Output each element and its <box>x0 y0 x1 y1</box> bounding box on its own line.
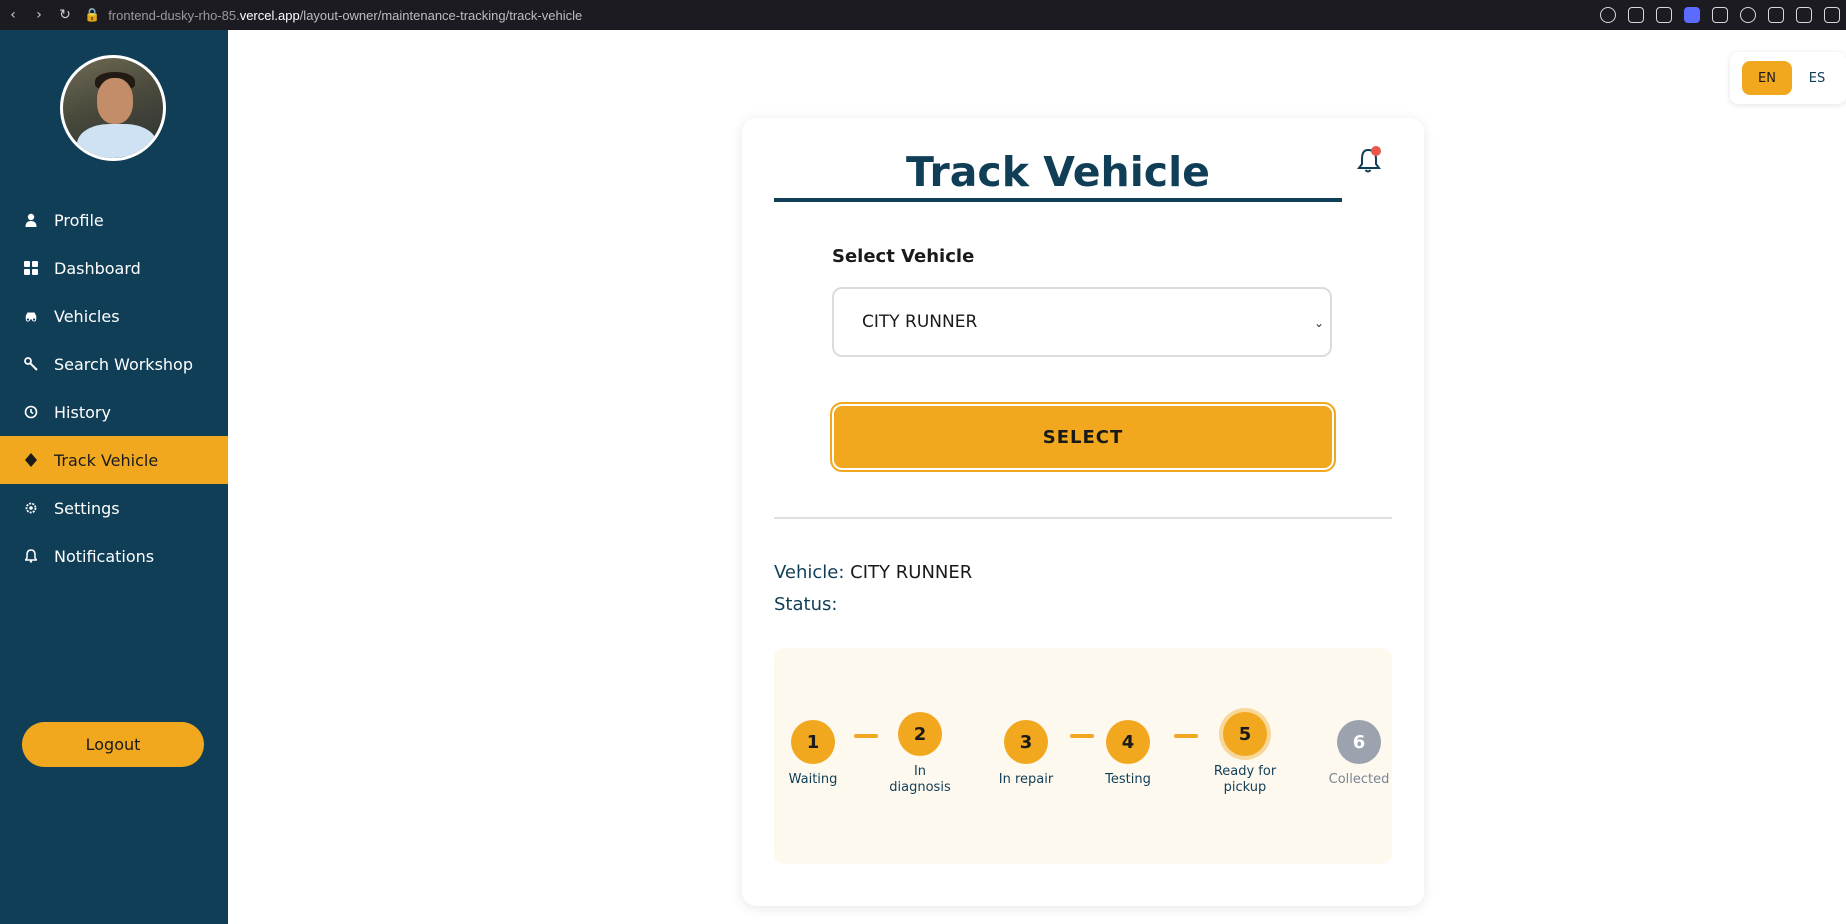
vehicle-label: Vehicle: <box>774 562 845 583</box>
page-title: Track Vehicle <box>906 148 1210 196</box>
download-icon[interactable] <box>1824 7 1840 23</box>
reload-icon[interactable]: ↻ <box>52 7 78 23</box>
sidebar-item-label: Dashboard <box>54 258 141 278</box>
sidebar-item-label: History <box>54 402 111 422</box>
tracker-step-2: 2 In diagnosis <box>885 712 955 796</box>
vehicle-select-value: CITY RUNNER <box>862 312 978 332</box>
step-label: In repair <box>998 772 1054 787</box>
vehicle-info: Vehicle: CITY RUNNER <box>774 562 972 583</box>
sidebar-item-dashboard[interactable]: Dashboard <box>0 244 228 292</box>
shield-icon[interactable] <box>1684 7 1700 23</box>
tracker-step-5: 5 Ready for pickup <box>1205 712 1285 796</box>
lang-es-button[interactable]: ES <box>1792 61 1842 95</box>
screenshot-icon[interactable] <box>1656 7 1672 23</box>
status-info: Status: <box>774 594 837 615</box>
grid-icon <box>24 261 38 275</box>
sidebar-item-label: Search Workshop <box>54 354 193 374</box>
step-number: 3 <box>1004 720 1048 764</box>
url-host-domain: vercel.app <box>239 7 300 23</box>
history-icon <box>24 405 38 419</box>
status-tracker: 1 Waiting 2 In diagnosis 3 In repair 4 T… <box>774 648 1392 864</box>
car-icon <box>24 309 38 323</box>
notification-bell-icon[interactable] <box>1356 146 1382 174</box>
step-number: 5 <box>1223 712 1267 756</box>
step-label: In diagnosis <box>889 764 951 795</box>
address-bar[interactable]: 🔒 frontend-dusky-rho-85.vercel.app/layou… <box>84 7 582 23</box>
emoji-icon[interactable] <box>1600 7 1616 23</box>
step-label: Ready for pickup <box>1213 764 1277 795</box>
pin-icon[interactable] <box>1628 7 1644 23</box>
sidebar-item-history[interactable]: History <box>0 388 228 436</box>
sidebar-item-label: Profile <box>54 210 104 230</box>
step-number: 6 <box>1337 720 1381 764</box>
step-label: Collected <box>1328 772 1390 787</box>
sidebar-item-vehicles[interactable]: Vehicles <box>0 292 228 340</box>
lock-icon: 🔒 <box>84 7 101 22</box>
tracker-step-4: 4 Testing <box>1083 720 1173 788</box>
sidebar-item-settings[interactable]: Settings <box>0 484 228 532</box>
step-connector <box>1174 734 1198 738</box>
sidebar-item-track-vehicle[interactable]: Track Vehicle <box>0 436 228 484</box>
status-label: Status: <box>774 594 838 615</box>
sidebar-item-profile[interactable]: Profile <box>0 196 228 244</box>
chevron-down-icon: ⌄ <box>1313 316 1324 330</box>
send-icon[interactable] <box>1712 7 1728 23</box>
step-label: Waiting <box>788 772 838 787</box>
sidebar-item-label: Settings <box>54 498 120 518</box>
avatar[interactable] <box>60 55 166 161</box>
step-number: 1 <box>791 720 835 764</box>
heart-icon[interactable] <box>1740 7 1756 23</box>
sidebar-item-label: Vehicles <box>54 306 120 326</box>
language-toggle: EN ES <box>1730 52 1846 104</box>
sidebar-menu: Profile Dashboard Vehicles Search Worksh… <box>0 196 228 580</box>
sidebar-item-notifications[interactable]: Notifications <box>0 532 228 580</box>
logout-button[interactable]: Logout <box>22 722 204 767</box>
location-icon <box>24 453 38 467</box>
extensions-icon[interactable] <box>1768 7 1784 23</box>
back-icon[interactable]: ‹ <box>0 7 26 23</box>
sidebar-item-search-workshop[interactable]: Search Workshop <box>0 340 228 388</box>
title-underline <box>774 198 1342 202</box>
forward-icon[interactable]: › <box>26 7 52 23</box>
wrench-icon <box>24 357 38 371</box>
track-vehicle-card: Track Vehicle Select Vehicle CITY RUNNER… <box>742 118 1424 906</box>
user-icon <box>24 213 38 227</box>
tracker-step-6: 6 Collected <box>1314 720 1404 788</box>
account-icon[interactable] <box>1796 7 1812 23</box>
url-path: /layout-owner/maintenance-tracking/track… <box>299 7 583 23</box>
browser-toolbar: ‹ › ↻ 🔒 frontend-dusky-rho-85.vercel.app… <box>0 0 1846 30</box>
step-number: 2 <box>898 712 942 756</box>
extension-icons <box>1600 0 1840 30</box>
sidebar-item-label: Notifications <box>54 546 155 566</box>
bell-icon <box>24 549 38 563</box>
step-number: 4 <box>1106 720 1150 764</box>
vehicle-select[interactable]: CITY RUNNER ⌄ <box>832 287 1332 357</box>
url-host-prefix: frontend-dusky-rho-85. <box>108 7 240 23</box>
vehicle-value: CITY RUNNER <box>850 562 973 583</box>
tracker-step-1: 1 Waiting <box>768 720 858 788</box>
step-label: Testing <box>1105 772 1151 787</box>
lang-en-button[interactable]: EN <box>1742 61 1792 95</box>
notification-dot <box>1371 146 1381 156</box>
sidebar: Profile Dashboard Vehicles Search Worksh… <box>0 30 228 924</box>
gear-icon <box>24 501 38 515</box>
select-vehicle-label: Select Vehicle <box>832 246 975 267</box>
sidebar-item-label: Track Vehicle <box>54 450 159 470</box>
divider <box>774 517 1392 519</box>
tracker-step-3: 3 In repair <box>981 720 1071 788</box>
select-button[interactable]: SELECT <box>830 402 1336 472</box>
